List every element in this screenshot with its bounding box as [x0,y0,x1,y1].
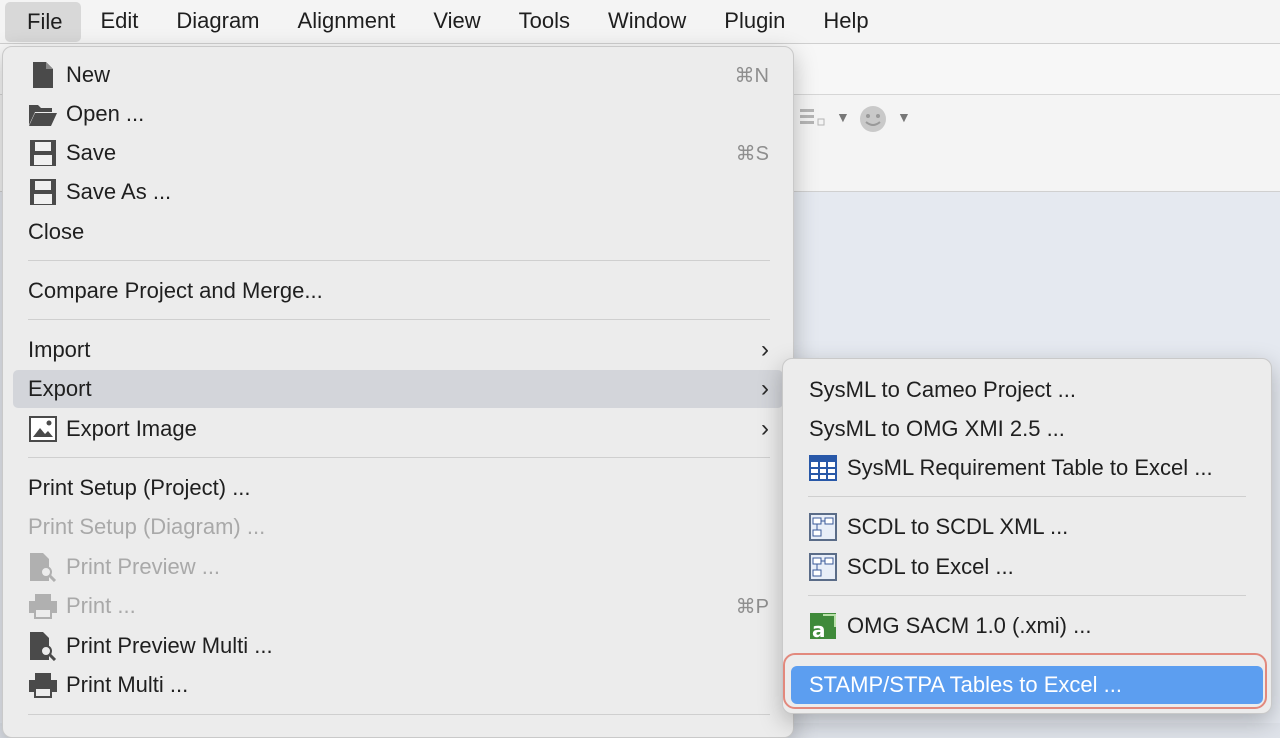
file-menu: New ⌘N Open ... Save ⌘S Save As ... Clos… [2,46,794,738]
menu-item-label: Print Setup (Project) ... [28,475,251,500]
export-submenu: SysML to Cameo Project ... SysML to OMG … [782,358,1272,714]
menu-window[interactable]: Window [589,0,705,43]
open-folder-icon [27,98,59,130]
menu-file[interactable]: File [5,2,82,42]
menu-item-label: STAMP/STPA Tables to Excel ... [809,672,1123,697]
menu-item-label: Save [66,140,117,165]
shortcut-label: ⌘S [735,142,769,165]
submenu-item-requirement-table-excel[interactable]: SysML Requirement Table to Excel ... [791,449,1263,487]
menu-item-label: SysML to OMG XMI 2.5 ... [809,416,1065,441]
chevron-down-icon[interactable]: ▼ [897,109,911,125]
menu-separator [28,319,770,320]
menu-separator [28,260,770,261]
printer-icon [27,590,59,622]
menu-item-import[interactable]: Import › [13,331,783,369]
menu-item-label: SCDL to Excel ... [847,554,1014,579]
shortcut-label: ⌘P [735,595,769,618]
menu-item-label: Print ... [66,593,136,618]
chevron-right-icon: › [761,375,769,402]
menu-item-open[interactable]: Open ... [13,95,783,133]
menu-item-label: Open ... [66,101,145,126]
menu-separator [808,595,1246,596]
layout-icon[interactable] [798,105,828,140]
scdl-icon [808,512,838,542]
shortcut-label: ⌘N [734,64,769,87]
menu-item-label: Compare Project and Merge... [28,278,323,303]
menu-view[interactable]: View [414,0,499,43]
menu-separator [808,496,1246,497]
submenu-item-sacm[interactable]: a OMG SACM 1.0 (.xmi) ... [791,607,1263,645]
chevron-right-icon: › [761,415,769,442]
sacm-icon: a [808,611,838,641]
submenu-item-scdl-to-excel[interactable]: SCDL to Excel ... [791,548,1263,586]
menu-item-label: OMG SACM 1.0 (.xmi) ... [847,613,1092,638]
menu-item-print: Print ... ⌘P [13,587,783,625]
menu-item-export-image[interactable]: Export Image › [13,410,783,448]
menu-item-print-setup-diagram: Print Setup (Diagram) ... [13,508,783,546]
chevron-right-icon: › [761,336,769,363]
menu-item-print-preview-multi[interactable]: Print Preview Multi ... [13,627,783,665]
menu-separator [28,457,770,458]
print-preview-icon [27,630,59,662]
save-as-icon [27,176,59,208]
menu-item-label: SysML Requirement Table to Excel ... [847,455,1213,480]
menu-item-label: Print Setup (Diagram) ... [28,514,266,539]
menu-item-label: Close [28,219,85,244]
menu-item-save[interactable]: Save ⌘S [13,134,783,172]
new-document-icon [27,59,59,91]
menu-diagram[interactable]: Diagram [157,0,278,43]
printer-icon [27,669,59,701]
svg-text:a: a [812,618,826,640]
menu-item-close[interactable]: Close [13,213,783,251]
menu-item-label: Import [28,337,91,362]
menu-item-label: Export Image [66,416,197,441]
menu-item-label: SysML to Cameo Project ... [809,377,1076,402]
chevron-down-icon[interactable]: ▼ [836,109,850,125]
menu-item-compare[interactable]: Compare Project and Merge... [13,272,783,310]
menu-item-label: New [66,62,111,87]
submenu-item-scdl-to-xml[interactable]: SCDL to SCDL XML ... [791,508,1263,546]
scdl-icon [808,552,838,582]
menu-help[interactable]: Help [804,0,887,43]
menu-item-label: Print Preview ... [66,554,221,579]
menu-item-print-preview: Print Preview ... [13,548,783,586]
menu-item-label: Print Multi ... [66,672,189,697]
table-icon [808,453,838,483]
save-icon [27,137,59,169]
menubar: File Edit Diagram Alignment View Tools W… [0,0,1280,44]
menu-edit[interactable]: Edit [81,0,157,43]
menu-item-label: SCDL to SCDL XML ... [847,514,1069,539]
smiley-icon[interactable] [858,104,888,139]
menu-separator [28,714,770,715]
menu-tools[interactable]: Tools [500,0,589,43]
image-icon [27,413,59,445]
menu-item-new[interactable]: New ⌘N [13,56,783,94]
submenu-item-stamp-stpa-excel[interactable]: STAMP/STPA Tables to Excel ... [791,666,1263,704]
submenu-item-sysml-to-cameo[interactable]: SysML to Cameo Project ... [791,371,1263,409]
menu-alignment[interactable]: Alignment [279,0,415,43]
menu-item-save-as[interactable]: Save As ... [13,173,783,211]
menu-item-print-setup-project[interactable]: Print Setup (Project) ... [13,469,783,507]
submenu-item-sysml-to-xmi[interactable]: SysML to OMG XMI 2.5 ... [791,410,1263,448]
menu-item-label: Print Preview Multi ... [66,633,273,658]
menu-item-export[interactable]: Export › [13,370,783,408]
menu-item-label: Export [28,376,92,401]
print-preview-icon [27,551,59,583]
menu-plugin[interactable]: Plugin [705,0,804,43]
menu-item-label: Save As ... [66,179,172,204]
menu-item-print-multi[interactable]: Print Multi ... [13,666,783,704]
